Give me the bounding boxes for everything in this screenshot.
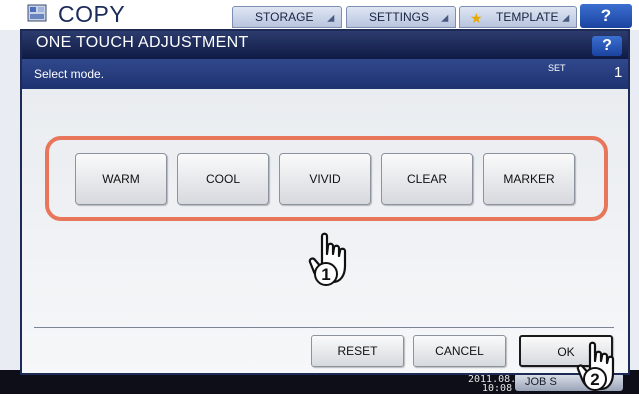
tab-settings[interactable]: SETTINGS bbox=[346, 6, 456, 28]
background-panel-right bbox=[630, 30, 639, 370]
tab-template[interactable]: ★ TEMPLATE bbox=[459, 6, 577, 28]
help-button[interactable]: ? bbox=[580, 4, 632, 28]
reset-button[interactable]: RESET bbox=[311, 335, 404, 367]
marker-button[interactable]: MARKER bbox=[483, 153, 575, 205]
footer-divider bbox=[34, 327, 614, 328]
cool-button[interactable]: COOL bbox=[177, 153, 269, 205]
caret-icon bbox=[327, 14, 338, 26]
tab-template-label: TEMPLATE bbox=[496, 10, 559, 24]
clear-button[interactable]: CLEAR bbox=[381, 153, 473, 205]
caret-icon bbox=[562, 14, 573, 26]
dialog-header: ONE TOUCH ADJUSTMENT ? bbox=[22, 31, 628, 59]
dialog-help-button[interactable]: ? bbox=[592, 36, 622, 56]
background-panel-left bbox=[0, 30, 20, 370]
callout-1-number: 1 bbox=[321, 265, 330, 284]
warm-button[interactable]: WARM bbox=[75, 153, 167, 205]
cancel-button[interactable]: CANCEL bbox=[413, 335, 506, 367]
dialog-content bbox=[22, 89, 628, 373]
set-count: 1 bbox=[614, 64, 623, 81]
tab-settings-label: SETTINGS bbox=[369, 10, 430, 24]
app-title: COPY bbox=[58, 1, 126, 27]
copy-machine-icon bbox=[27, 4, 47, 22]
star-icon: ★ bbox=[470, 10, 483, 26]
set-label: SET bbox=[548, 63, 566, 73]
vivid-button[interactable]: VIVID bbox=[279, 153, 371, 205]
tab-storage-label: STORAGE bbox=[255, 10, 314, 24]
callout-2-number: 2 bbox=[590, 370, 599, 389]
dialog-title: ONE TOUCH ADJUSTMENT bbox=[36, 34, 249, 51]
hand-pointer-icon: 2 bbox=[576, 341, 615, 391]
status-time: 10:08 bbox=[482, 383, 513, 394]
step-1-callout: 1 bbox=[306, 232, 354, 292]
step-2-callout: 2 bbox=[576, 341, 630, 393]
message-text: Select mode. bbox=[34, 67, 105, 81]
hand-pointer-icon: 1 bbox=[308, 232, 347, 286]
message-bar: Select mode. SET 1 bbox=[22, 59, 628, 89]
copy-top-bar: COPY STORAGE SETTINGS ★ TEMPLATE ? bbox=[0, 0, 639, 30]
tab-storage[interactable]: STORAGE bbox=[232, 6, 342, 28]
caret-icon bbox=[441, 14, 452, 26]
one-touch-adjustment-dialog: ONE TOUCH ADJUSTMENT ? Select mode. SET … bbox=[20, 29, 630, 375]
